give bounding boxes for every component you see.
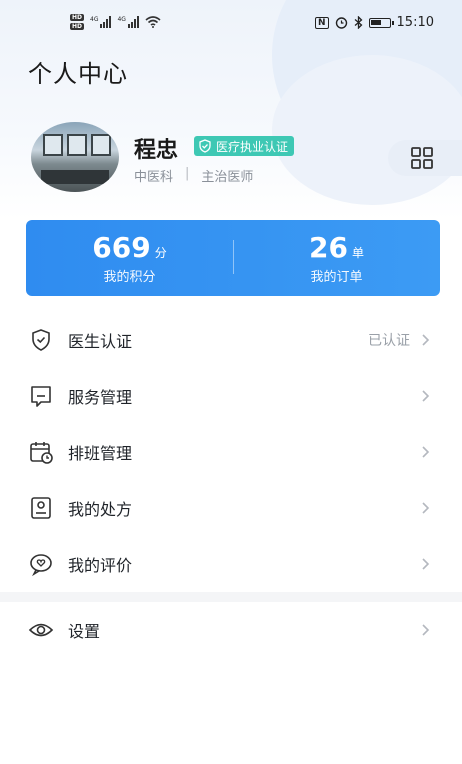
doctor-name: 程忠 [134,138,179,163]
clock-time: 15:10 [396,15,434,30]
menu-item-service-management[interactable]: 服务管理 [0,368,462,424]
points-unit: 分 [154,246,167,260]
section-divider [0,592,462,602]
battery-icon [368,17,394,28]
orders-stat[interactable]: 26 单 我的订单 [233,220,440,296]
network-type: 4G [117,16,126,23]
chevron-right-icon [422,624,430,636]
menu-list: 医生认证 已认证 服务管理 排班管理 我的处方 我的评价 [0,312,462,592]
chevron-right-icon [422,446,430,458]
orders-value: 26 [309,231,348,264]
calendar-clock-icon [30,442,53,464]
prescription-icon [31,497,51,519]
bluetooth-icon [354,16,362,29]
certification-badge: 医疗执业认证 [194,136,295,156]
hd-icon: HD [70,23,85,30]
eye-icon [28,623,54,637]
menu-item-label: 医生认证 [68,332,133,351]
shield-check-icon [32,329,50,351]
menu-item-settings[interactable]: 设置 [0,602,462,658]
doctor-department-info: 中医科 | 主治医师 [134,166,253,185]
qr-code-icon [411,147,433,169]
signal-icon: 4G [90,16,112,28]
orders-unit: 单 [351,246,364,260]
chevron-right-icon [422,390,430,402]
points-value: 669 [92,231,151,264]
menu-item-label: 设置 [68,622,101,641]
wifi-icon [145,16,161,28]
chevron-right-icon [422,502,430,514]
nfc-icon: N [314,16,329,29]
menu-item-my-prescriptions[interactable]: 我的处方 [0,480,462,536]
department: 中医科 [134,170,174,185]
points-label: 我的积分 [103,270,156,285]
chevron-right-icon [422,558,430,570]
points-stat[interactable]: 669 分 我的积分 [26,220,233,296]
decorative-circle [272,55,462,205]
qr-code-button[interactable] [388,140,462,176]
chevron-right-icon [422,334,430,346]
network-indicators: HD HD 4G 4G [70,14,161,30]
menu-item-label: 我的评价 [68,556,133,575]
signal-icon: 4G [117,16,139,28]
divider [233,240,234,274]
chat-bubble-icon [31,386,51,407]
shield-check-icon [199,139,211,153]
status-bar: HD HD 4G 4G N 15:10 [0,0,462,46]
avatar[interactable] [31,122,119,192]
hd-icon: HD [70,14,85,21]
certification-status: 已认证 [368,333,410,349]
menu-item-my-reviews[interactable]: 我的评价 [0,536,462,592]
page-title: 个人中心 [28,60,128,88]
stats-card: 669 分 我的积分 26 单 我的订单 [26,220,440,296]
heart-comment-icon [30,554,52,577]
job-title: 主治医师 [201,170,254,185]
network-type: 4G [90,16,99,23]
menu-item-schedule-management[interactable]: 排班管理 [0,424,462,480]
menu-item-label: 排班管理 [68,444,133,463]
alarm-icon [335,17,347,29]
menu-item-label: 服务管理 [68,388,133,407]
system-indicators: N 15:10 [314,15,434,30]
settings-section: 设置 [0,602,462,658]
menu-item-label: 我的处方 [68,500,133,519]
orders-label: 我的订单 [310,270,363,285]
hd-icons: HD HD [70,14,85,30]
certification-badge-label: 医疗执业认证 [216,139,289,154]
separator: | [185,166,190,181]
menu-item-doctor-certification[interactable]: 医生认证 已认证 [0,312,462,368]
